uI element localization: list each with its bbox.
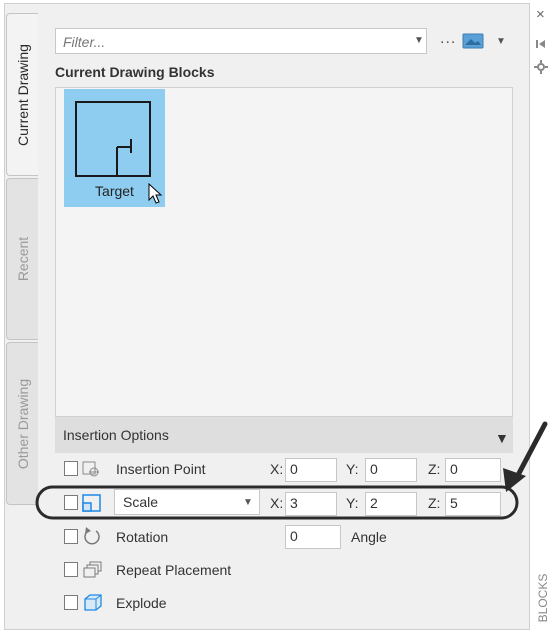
tab-current-drawing[interactable]: Current Drawing — [6, 13, 38, 176]
tab-label: Current Drawing — [14, 43, 31, 146]
filter-dropdown-icon[interactable]: ▼ — [414, 35, 424, 46]
rotation-angle-input[interactable]: 0 — [285, 525, 341, 549]
scale-dropdown-label: Scale — [123, 494, 159, 510]
collapse-icon[interactable]: ▼ — [495, 430, 509, 446]
palette-title: BLOCKS — [536, 573, 550, 623]
insertion-z-input[interactable]: 0 — [445, 458, 501, 482]
filter-input[interactable] — [61, 30, 405, 54]
insertion-options-title: Insertion Options — [63, 427, 169, 443]
scale-z-label: Z: — [428, 495, 441, 511]
section-title: Current Drawing Blocks — [55, 64, 215, 80]
insertion-x-input[interactable]: 0 — [285, 458, 337, 482]
insertion-y-input[interactable]: 0 — [365, 458, 417, 482]
explode-icon — [82, 592, 104, 617]
close-icon[interactable]: × — [536, 6, 545, 23]
scale-z-input[interactable]: 5 — [445, 492, 501, 516]
insertion-y-label: Y: — [346, 461, 359, 477]
rotation-label: Rotation — [116, 529, 169, 545]
repeat-placement-label: Repeat Placement — [116, 562, 232, 578]
mouse-cursor-icon — [148, 182, 163, 210]
tab-other-drawing[interactable]: Other Drawing — [6, 342, 38, 505]
tab-label: Recent — [14, 236, 31, 282]
more-options-button[interactable]: ... — [440, 30, 456, 48]
insertion-point-label: Insertion Point — [116, 461, 206, 477]
explode-label: Explode — [116, 595, 167, 611]
block-preview — [75, 101, 151, 177]
insertion-x-label: X: — [270, 461, 284, 477]
repeat-placement-checkbox[interactable] — [64, 562, 78, 577]
scale-y-input[interactable]: 2 — [365, 492, 417, 516]
view-dropdown-icon[interactable]: ▼ — [496, 36, 506, 47]
thumbnail-view-icon[interactable] — [462, 33, 484, 54]
scale-dropdown-icon[interactable]: ▼ — [243, 497, 253, 508]
rotation-checkbox[interactable] — [64, 529, 78, 544]
scale-dropdown[interactable]: Scale ▼ — [114, 489, 260, 515]
insertion-z-label: Z: — [428, 461, 441, 477]
settings-icon[interactable] — [534, 60, 548, 77]
insertion-point-checkbox[interactable] — [64, 461, 78, 476]
auto-hide-icon[interactable] — [536, 38, 546, 53]
rotation-icon — [82, 526, 102, 551]
rotation-angle-label: Angle — [351, 529, 387, 545]
scale-checkbox[interactable] — [64, 495, 78, 510]
scale-x-label: X: — [270, 495, 284, 511]
insertion-options-header[interactable]: Insertion Options ▼ — [55, 417, 513, 453]
scale-y-label: Y: — [346, 495, 359, 511]
insertion-point-icon — [80, 460, 104, 483]
scale-icon — [82, 493, 104, 518]
scale-x-input[interactable]: 3 — [285, 492, 337, 516]
filter-field[interactable]: ▼ — [55, 28, 427, 54]
tab-recent[interactable]: Recent — [6, 178, 38, 340]
explode-checkbox[interactable] — [64, 595, 78, 610]
tab-label: Other Drawing — [14, 378, 31, 469]
repeat-placement-icon — [82, 560, 104, 585]
